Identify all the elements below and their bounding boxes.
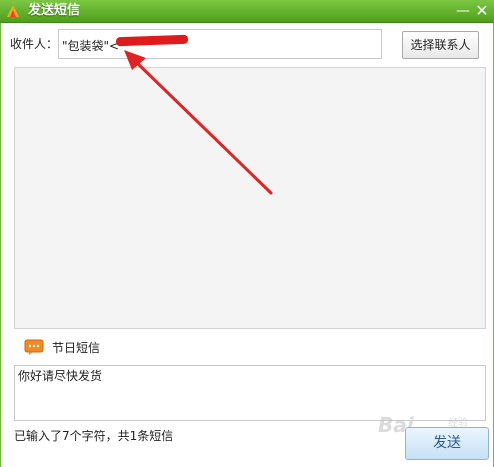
title-bar: 发送短信 — ✕ <box>0 0 494 23</box>
close-button[interactable]: ✕ <box>474 3 490 19</box>
recipient-input[interactable]: "包装袋"< <box>58 29 382 59</box>
recipient-label: 收件人： <box>10 37 59 51</box>
holiday-sms-link[interactable]: 节日短信 <box>52 341 100 355</box>
character-count: 已输入了7个字符，共1条短信 <box>14 429 174 443</box>
send-button[interactable]: 发送 <box>405 427 489 460</box>
minimize-button[interactable]: — <box>455 3 471 19</box>
app-logo-icon <box>7 5 19 17</box>
message-history-panel <box>14 67 486 329</box>
redaction-mark <box>115 34 189 47</box>
message-text: 你好请尽快发货 <box>18 369 103 383</box>
speech-bubble-icon[interactable] <box>24 339 44 356</box>
recipient-value: "包装袋"< <box>62 39 120 53</box>
window-title: 发送短信 <box>28 3 81 18</box>
select-contact-button[interactable]: 选择联系人 <box>402 31 479 59</box>
message-textarea[interactable]: 你好请尽快发货 <box>14 365 486 421</box>
